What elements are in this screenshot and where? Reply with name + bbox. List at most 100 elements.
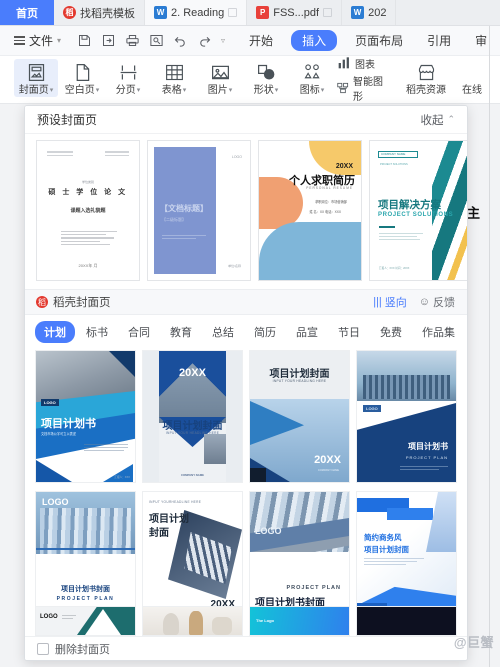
icons-button[interactable]: 图标 ▾	[290, 59, 334, 97]
orientation-toggle[interactable]: ||| 竖向	[373, 294, 407, 310]
page-break-button[interactable]: 分页 ▾	[106, 59, 150, 97]
preset-thumb-solution[interactable]: COMPANY NAME PROJECT SOLUTIONS 项目解决方案 PR…	[369, 140, 467, 281]
tab-home[interactable]: 首页	[0, 0, 54, 25]
tab-fss-label: FSS...pdf	[273, 6, 320, 19]
template-card[interactable]: LOGO 项目计划书封面 PROJECT PLAN	[35, 491, 136, 624]
online-button[interactable]: 在线	[450, 59, 494, 97]
template-logo: LOGO	[42, 497, 69, 507]
blank-page-label: 空白页	[64, 85, 95, 96]
shapes-icon	[256, 61, 277, 84]
tab-reading[interactable]: W 2. Reading	[145, 0, 248, 25]
template-card[interactable]: 项目计划封面 INPUT YOUR HEADLING HERE 20XX COM…	[249, 350, 350, 483]
undo-icon[interactable]	[173, 33, 188, 48]
template-title: 项目计划封面	[162, 421, 223, 432]
cover-page-label: 封面页	[18, 85, 49, 96]
template-title: 项目计划书封面	[61, 586, 110, 593]
category-chip-summary[interactable]: 总结	[203, 321, 243, 343]
template-card[interactable]: LOGO 项目计划书 文档市场公字可立以表述 汇报人：XXX	[35, 350, 136, 483]
preset-thumb-blue[interactable]: LOGO 【文档标题】 【二级标题】 单位/名称	[147, 140, 251, 281]
template-card[interactable]	[356, 606, 457, 636]
template-card[interactable]: The Logo	[249, 606, 350, 636]
smartart-button[interactable]: 智能图形	[336, 73, 388, 103]
table-button[interactable]: 表格 ▾	[152, 59, 196, 97]
preset-cover-list: 学位类别 硕 士 学 位 论 文 课题入选礼貌题 20XX年 月 LOGO 【文…	[25, 134, 467, 289]
category-chip-education[interactable]: 教育	[161, 321, 201, 343]
table-label: 表格	[161, 85, 182, 96]
cover-page-button[interactable]: 封面页 ▾	[14, 59, 58, 97]
template-card[interactable]	[142, 606, 243, 636]
template-card[interactable]: LOGO	[35, 606, 136, 636]
shapes-button[interactable]: 形状 ▾	[244, 59, 288, 97]
save-as-icon[interactable]	[101, 33, 116, 48]
docer-icon: 稻	[63, 6, 76, 19]
template-card[interactable]: 20XX 项目计划封面 INPUT YOUR HEADLINE HERE COM…	[142, 350, 243, 483]
category-chip-bid[interactable]: 标书	[77, 321, 117, 343]
preset-blue-title: 【文档标题】	[160, 204, 208, 213]
preset-solution-title: 项目解决方案	[378, 199, 441, 211]
template-card[interactable]: LOGO 项目计划书 PROJECT PLAN	[356, 350, 457, 483]
file-menu-label: 文件	[29, 34, 54, 48]
tab-references[interactable]: 引用	[421, 30, 457, 51]
tab-insert[interactable]: 插入	[291, 30, 338, 51]
category-chip-branding[interactable]: 品宣	[287, 321, 327, 343]
customize-qat-icon[interactable]: ▿	[221, 36, 225, 45]
chevron-down-icon: ▾	[320, 87, 325, 94]
category-chip-contract[interactable]: 合同	[119, 321, 159, 343]
print-preview-icon[interactable]	[149, 33, 164, 48]
close-icon[interactable]	[323, 8, 333, 17]
cover-page-gallery-panel: 预设封面页 收起 ⌃ 学位类别 硕 士 学 位 论 文 课题入选礼貌题 20XX…	[24, 105, 468, 661]
menu-row: 文件 ▾ ▿ 开始 插入 页面布局 引用 审	[0, 26, 500, 56]
template-grid-row-1: LOGO 项目计划书 文档市场公字可立以表述 汇报人：XXX 20XX 项目计划…	[25, 348, 467, 483]
preset-thumb-thesis[interactable]: 学位类别 硕 士 学 位 论 文 课题入选礼貌题 20XX年 月	[36, 140, 140, 281]
template-card[interactable]: 简约商务风 项目计划封面	[356, 491, 457, 624]
file-menu-button[interactable]: 文件 ▾	[6, 32, 67, 49]
hamburger-icon	[14, 34, 25, 47]
tab-docer-label: 找稻壳模板	[80, 7, 135, 20]
chevron-down-icon: ▾	[228, 87, 233, 94]
template-subtitle: PROJECT PLAN	[286, 585, 341, 591]
preset-resume-subtitle: PERSONAL RESUME	[306, 186, 353, 190]
template-logo: LOGO	[255, 526, 282, 536]
collapse-button[interactable]: 收起 ⌃	[420, 112, 455, 128]
chevron-down-icon: ▾	[136, 87, 141, 94]
feedback-button[interactable]: ☺ 反馈	[419, 294, 455, 310]
tab-reading-label: 2. Reading	[171, 6, 225, 19]
tab-page-layout[interactable]: 页面布局	[349, 30, 409, 51]
category-chip-free[interactable]: 免费	[371, 321, 411, 343]
close-icon[interactable]	[228, 8, 238, 17]
template-year: 20XX	[179, 367, 206, 379]
delete-cover-label[interactable]: 删除封面页	[55, 641, 110, 657]
tab-202[interactable]: W 202	[342, 0, 397, 25]
docer-resource-button[interactable]: 稻壳资源	[404, 59, 448, 97]
category-chip-portfolio[interactable]: 作品集	[413, 321, 464, 343]
preset-thumb-resume[interactable]: 20XX 个人求职简历 PERSONAL RESUME 求职岗位：市场营销部 姓…	[258, 140, 362, 281]
table-icon	[164, 61, 185, 84]
tab-fss-pdf[interactable]: P FSS...pdf	[247, 0, 343, 25]
template-card[interactable]: INPUT YOURHEADLINE HERE 项目计划 封面 20XX COM…	[142, 491, 243, 624]
blank-page-button[interactable]: 空白页 ▾	[60, 59, 104, 97]
redo-icon[interactable]	[197, 33, 212, 48]
preset-resume-year: 20XX	[335, 163, 353, 170]
picture-button[interactable]: 图片 ▾	[198, 59, 242, 97]
preset-blue-subtitle: 【二级标题】	[162, 217, 186, 222]
preset-section-header: 预设封面页 收起 ⌃	[25, 106, 467, 134]
print-icon[interactable]	[125, 33, 140, 48]
preset-thesis-subtitle: 课题入选礼貌题	[70, 208, 106, 214]
save-icon[interactable]	[77, 33, 92, 48]
chevron-down-icon: ▾	[95, 87, 100, 94]
category-chip-resume[interactable]: 简历	[245, 321, 285, 343]
template-card[interactable]: LOGO PROJECT PLAN 项目计划书封面	[249, 491, 350, 624]
template-subtitle: PROJECT PLAN	[56, 596, 115, 602]
template-subtitle: PROJECT PLAN	[405, 455, 448, 460]
chart-button[interactable]: 图表	[336, 56, 388, 71]
template-subtitle: INPUT YOUR HEADLING HERE	[272, 379, 327, 383]
wps-writer-window: 首页 稻 找稻壳模板 W 2. Reading P FSS...pdf W 20…	[0, 0, 500, 667]
category-chip-festival[interactable]: 节日	[329, 321, 369, 343]
template-logo: LOGO	[40, 614, 58, 620]
tab-docer-template[interactable]: 稻 找稻壳模板	[54, 0, 145, 25]
category-chip-plan[interactable]: 计划	[35, 321, 75, 343]
right-edge-divider	[489, 26, 490, 667]
tab-start[interactable]: 开始	[243, 30, 279, 51]
chart-smartart-group: 图表 智能图形	[336, 56, 388, 103]
preset-thesis-title: 硕 士 学 位 论 文	[48, 189, 128, 196]
